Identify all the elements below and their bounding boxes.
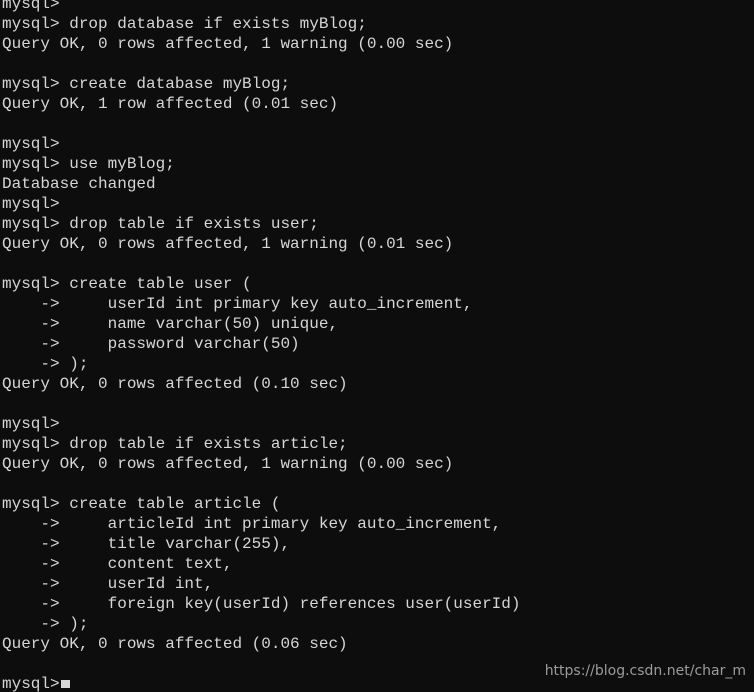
terminal-line: mysql> create database myBlog;	[2, 75, 291, 93]
terminal-line: mysql> drop database if exists myBlog;	[2, 15, 367, 33]
terminal-line: mysql> create table article (	[2, 495, 281, 513]
terminal-line: mysql>	[2, 415, 60, 433]
terminal-line: -> title varchar(255),	[2, 535, 291, 553]
terminal-line: mysql>	[2, 195, 60, 213]
terminal-line: Query OK, 0 rows affected, 1 warning (0.…	[2, 455, 454, 473]
terminal-line: -> foreign key(userId) references user(u…	[2, 595, 521, 613]
terminal-line: Query OK, 1 row affected (0.01 sec)	[2, 95, 339, 113]
terminal-output: mysql> mysql> drop database if exists myB…	[0, 0, 754, 692]
terminal-line: Query OK, 0 rows affected, 1 warning (0.…	[2, 35, 454, 53]
watermark-url: https://blog.csdn.net/char_m	[544, 663, 746, 679]
block-cursor	[60, 680, 70, 688]
terminal-line: mysql> create table user (	[2, 275, 252, 293]
terminal-line: mysql> use myBlog;	[2, 155, 175, 173]
terminal-window[interactable]: mysql> mysql> drop database if exists myB…	[0, 0, 754, 692]
terminal-line: Database changed	[2, 175, 156, 193]
terminal-line: Query OK, 0 rows affected (0.06 sec)	[2, 635, 348, 653]
terminal-line: -> );	[2, 355, 89, 373]
terminal-line: mysql> drop table if exists article;	[2, 435, 348, 453]
terminal-line: Query OK, 0 rows affected (0.10 sec)	[2, 375, 348, 393]
terminal-line: Query OK, 0 rows affected, 1 warning (0.…	[2, 235, 454, 253]
terminal-line: -> userId int,	[2, 575, 214, 593]
terminal-line: mysql>	[2, 135, 60, 153]
terminal-line: -> articleId int primary key auto_increm…	[2, 515, 502, 533]
terminal-line: -> name varchar(50) unique,	[2, 315, 339, 333]
terminal-line: mysql>	[2, 0, 60, 13]
terminal-line: mysql> drop table if exists user;	[2, 215, 319, 233]
terminal-line: -> password varchar(50)	[2, 335, 300, 353]
terminal-line: -> userId int primary key auto_increment…	[2, 295, 473, 313]
terminal-line: -> );	[2, 615, 89, 633]
terminal-line: -> content text,	[2, 555, 233, 573]
